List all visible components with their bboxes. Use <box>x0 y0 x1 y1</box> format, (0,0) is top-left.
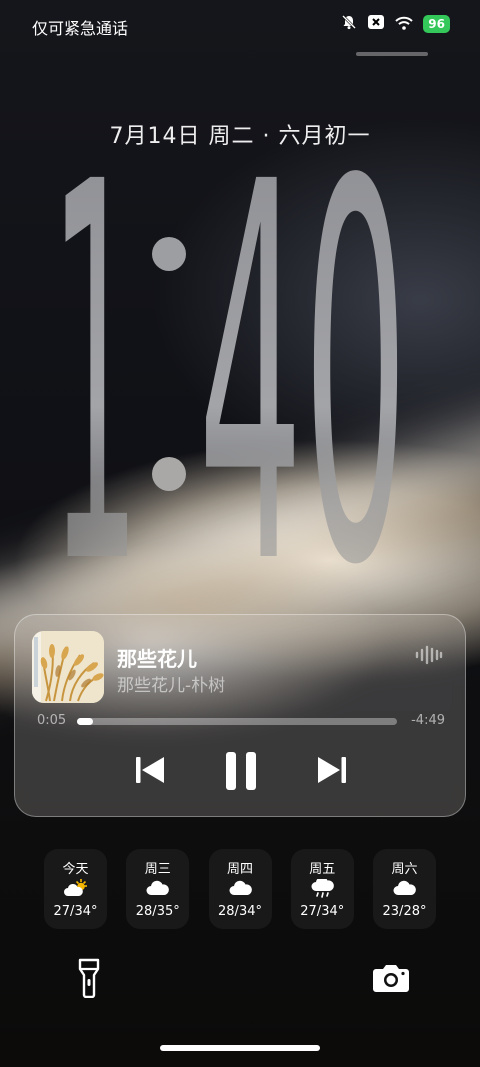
song-artist: 那些花儿-朴树 <box>117 676 226 696</box>
partly-sunny-icon <box>64 879 87 896</box>
elapsed-time: 0:05 <box>37 713 67 728</box>
battery-indicator: 96 <box>423 15 450 33</box>
camera-icon[interactable] <box>372 963 410 993</box>
previous-track-icon[interactable] <box>133 753 167 787</box>
weather-day[interactable]: 周四 28/34° <box>208 849 272 929</box>
progress-fill <box>77 718 93 725</box>
cloud-icon <box>393 880 416 895</box>
weather-temp: 27/34° <box>53 904 98 919</box>
lockscreen-clock: 1 40 <box>50 136 408 576</box>
album-art[interactable] <box>32 631 104 703</box>
cloud-icon <box>146 880 170 895</box>
weather-day[interactable]: 周三 28/35° <box>126 849 190 929</box>
weather-day[interactable]: 周六 23/28° <box>373 849 436 929</box>
weather-day-label: 周六 <box>391 862 418 877</box>
carrier-label: 仅可紧急通话 <box>32 19 129 38</box>
pause-icon[interactable] <box>223 751 259 791</box>
wifi-icon <box>395 15 413 34</box>
remaining-time: -4:49 <box>411 713 445 728</box>
status-bar: 仅可紧急通话 96 <box>0 0 480 48</box>
weather-day-label: 今天 <box>62 862 89 877</box>
clock-colon-bottom <box>152 457 186 491</box>
clock-hour: 1 <box>50 136 140 576</box>
flashlight-icon[interactable] <box>76 958 102 998</box>
home-indicator[interactable] <box>160 1045 320 1051</box>
progress-bar[interactable] <box>77 718 397 725</box>
clock-colon-top <box>152 237 186 271</box>
weather-temp: 23/28° <box>382 904 427 919</box>
weather-day-label: 周五 <box>309 862 336 877</box>
weather-day-label: 周四 <box>226 862 253 877</box>
weather-temp: 28/34° <box>218 904 262 919</box>
notification-handle[interactable] <box>356 52 428 56</box>
next-track-icon[interactable] <box>315 753 349 787</box>
rain-cloud-icon <box>311 879 334 898</box>
weather-day[interactable]: 今天 27/34° <box>44 849 107 929</box>
song-title: 那些花儿 <box>117 647 197 671</box>
weather-day[interactable]: 周五 27/34° <box>290 849 354 929</box>
cloud-icon <box>229 880 252 895</box>
audio-output-wave-icon[interactable] <box>415 645 443 665</box>
weather-forecast: 今天 27/34° 周三 28/35° 周四 28/34° 周五 27/34° … <box>44 849 436 929</box>
media-player-card[interactable]: 那些花儿 那些花儿-朴树 0:05 -4:49 <box>14 614 466 817</box>
weather-temp: 28/35° <box>135 904 180 919</box>
no-sim-icon <box>367 14 385 34</box>
clock-minute: 40 <box>198 136 408 576</box>
mute-bell-icon <box>341 14 357 34</box>
weather-temp: 27/34° <box>300 904 345 919</box>
weather-day-label: 周三 <box>144 862 171 877</box>
